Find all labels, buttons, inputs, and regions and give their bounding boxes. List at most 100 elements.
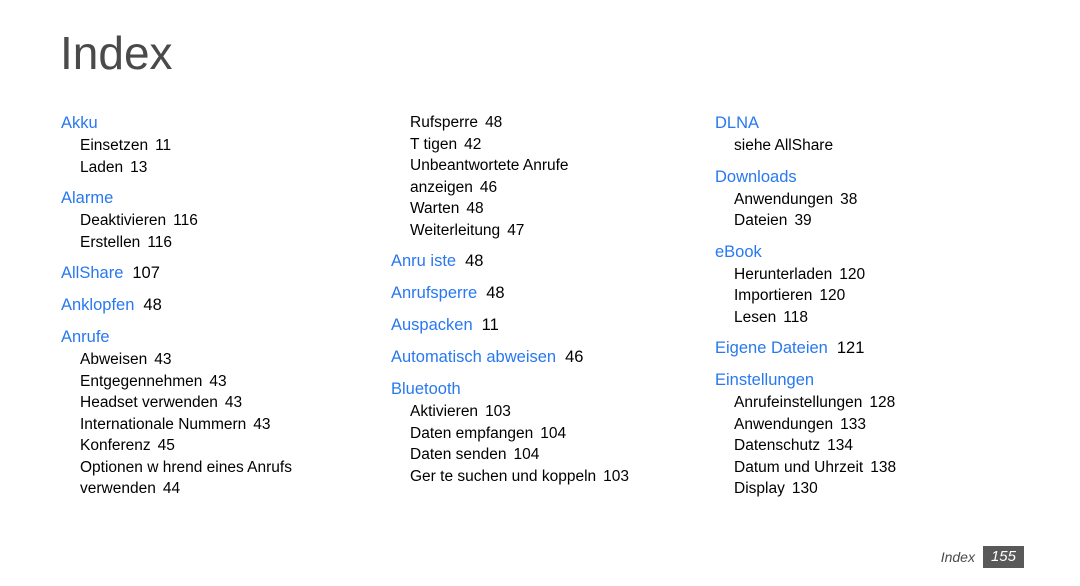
index-entry-group: Anrufsperre 48 [391, 282, 660, 305]
index-subentry-label: Lesen [734, 308, 777, 326]
index-subentry-page-number: 104 [540, 424, 567, 442]
index-subentry-label: Rufsperre [410, 114, 479, 131]
index-subentry[interactable]: Weiterleitung 47 [391, 220, 660, 242]
index-subentry[interactable]: Warten 48 [391, 198, 660, 220]
index-subentry[interactable]: Einsetzen 11 [61, 135, 330, 157]
index-heading-label: Auspacken [391, 316, 473, 334]
index-subentry-page-number: 104 [513, 446, 540, 463]
index-entry-group: Auspacken 11 [391, 314, 660, 337]
index-subentry[interactable]: Abweisen 43 [61, 349, 330, 371]
index-subentry-label: siehe AllShare [734, 137, 834, 154]
index-subentry[interactable]: Entgegennehmen 43 [61, 371, 330, 393]
index-subentry-label: Datum und Uhrzeit [734, 458, 864, 476]
index-subentry-label: Laden [80, 158, 124, 176]
index-subentry[interactable]: Anrufeinstellungen 128 [715, 392, 990, 414]
index-subentry-label: Anrufeinstellungen [734, 394, 863, 411]
index-heading[interactable]: Alarme [61, 187, 330, 210]
index-subentry-page-number: 116 [173, 212, 198, 229]
index-subentry-label: Herunterladen [734, 265, 833, 283]
index-heading[interactable]: Downloads [715, 166, 990, 189]
index-column-3: DLNA siehe AllShare Downloads Anwendungen 38… [660, 112, 990, 500]
index-subentry[interactable]: Anwendungen 38 [715, 189, 990, 211]
index-column-1: Akku Einsetzen 11 Laden 13 Alarme Deaktivieren… [0, 112, 330, 500]
index-subentry[interactable]: Headset verwenden 43 [61, 392, 330, 414]
index-subentry[interactable]: Ger te suchen und koppeln 103 [391, 466, 660, 488]
index-subentry[interactable]: anzeigen 46 [391, 177, 660, 199]
index-heading-page-number: 107 [132, 264, 160, 282]
index-subentry[interactable]: Optionen w hrend eines Anrufs [61, 457, 330, 479]
index-heading[interactable]: AllShare 107 [61, 262, 330, 285]
index-subentry-label: Optionen w hrend eines Anrufs [80, 458, 292, 476]
index-subentry[interactable]: Internationale Nummern 43 [61, 414, 330, 436]
index-heading-label: AllShare [61, 264, 124, 282]
index-subentry[interactable]: verwenden 44 [61, 478, 330, 500]
index-subentry[interactable]: Anwendungen 133 [715, 414, 990, 436]
index-heading[interactable]: Eigene Dateien 121 [715, 337, 990, 360]
index-subentry-label: anzeigen [410, 178, 473, 196]
index-entry-group: Rufsperre 48 T tigen 42 Unbeantwortete Anruf… [391, 112, 660, 241]
index-subentry[interactable]: Display 130 [715, 478, 990, 500]
index-heading-page-number: 48 [465, 252, 484, 270]
index-subentry-label: T tigen [410, 135, 458, 153]
index-subentry-page-number: 11 [155, 137, 172, 154]
index-subentry[interactable]: Rufsperre 48 [391, 112, 660, 134]
footer-label: Index [940, 549, 975, 565]
index-subentry[interactable]: Dateien 39 [715, 210, 990, 232]
index-subentry[interactable]: siehe AllShare [715, 135, 990, 157]
index-subentry-page-number: 39 [794, 212, 812, 229]
index-heading-page-number: 11 [481, 316, 499, 334]
index-subentry[interactable]: Herunterladen 120 [715, 264, 990, 286]
index-heading[interactable]: Anrufsperre 48 [391, 282, 660, 305]
page-title: Index [60, 27, 173, 79]
index-subentry[interactable]: Deaktivieren 116 [61, 210, 330, 232]
index-subentry-label: Internationale Nummern [80, 415, 247, 433]
index-entry-group: Eigene Dateien 121 [715, 337, 990, 360]
index-subentry-page-number: 118 [783, 308, 808, 326]
index-subentry-page-number: 128 [869, 394, 896, 411]
index-subentry-page-number: 138 [870, 458, 897, 476]
index-subentry-label: Anwendungen [734, 415, 834, 433]
index-subentry[interactable]: Laden 13 [61, 157, 330, 179]
index-entry-group: Alarme Deaktivieren 116 Erstellen 116 [61, 187, 330, 253]
index-subentry-label: Entgegennehmen [80, 372, 203, 390]
index-subentry-page-number: 120 [839, 265, 866, 283]
index-subentry[interactable]: Erstellen 116 [61, 232, 330, 254]
index-subentry[interactable]: Konferenz 45 [61, 435, 330, 457]
index-subentry[interactable]: Aktivieren 103 [391, 401, 660, 423]
index-subentry-label: verwenden [80, 480, 156, 497]
index-subentry[interactable]: Daten empfangen 104 [391, 423, 660, 445]
index-subentry-label: Display [734, 480, 785, 497]
index-subentry[interactable]: Importieren 120 [715, 285, 990, 307]
index-subentry-page-number: 38 [840, 190, 858, 208]
index-heading[interactable]: Auspacken 11 [391, 314, 660, 337]
index-heading[interactable]: DLNA [715, 112, 990, 135]
index-subentry-label: Warten [410, 200, 460, 217]
index-subentry-label: Daten senden [410, 446, 507, 463]
index-subentry[interactable]: Datum und Uhrzeit 138 [715, 457, 990, 479]
index-column-2: Rufsperre 48 T tigen 42 Unbeantwortete Anruf… [330, 112, 660, 487]
index-subentry[interactable]: Datenschutz 134 [715, 435, 990, 457]
index-heading-label: Akku [61, 114, 98, 132]
index-subentry-label: Anwendungen [734, 190, 834, 208]
index-columns: Akku Einsetzen 11 Laden 13 Alarme Deaktivieren… [0, 112, 1080, 500]
index-subentry[interactable]: T tigen 42 [391, 134, 660, 156]
index-heading[interactable]: Einstellungen [715, 369, 990, 392]
index-subentry[interactable]: Unbeantwortete Anrufe [391, 155, 660, 177]
index-heading[interactable]: Automatisch abweisen 46 [391, 346, 660, 369]
index-subentry-page-number: 48 [485, 114, 503, 131]
index-subentry-label: Aktivieren [410, 403, 479, 420]
index-subentry-label: Konferenz [80, 437, 151, 454]
index-heading[interactable]: Bluetooth [391, 378, 660, 401]
index-subentry[interactable]: Daten senden 104 [391, 444, 660, 466]
index-heading[interactable]: Akku [61, 112, 330, 135]
page-footer: Index 155 [941, 546, 1024, 568]
index-entry-group: DLNA siehe AllShare [715, 112, 990, 157]
index-entry-group: Automatisch abweisen 46 [391, 346, 660, 369]
index-heading[interactable]: Anru iste 48 [391, 250, 660, 273]
index-heading[interactable]: Anrufe [61, 326, 330, 349]
index-subentry[interactable]: Lesen 118 [715, 307, 990, 329]
index-subentry-label: Unbeantwortete Anrufe [410, 157, 569, 174]
index-subentry-page-number: 116 [147, 233, 173, 251]
index-heading[interactable]: Anklopfen 48 [61, 294, 330, 317]
index-heading[interactable]: eBook [715, 241, 990, 264]
